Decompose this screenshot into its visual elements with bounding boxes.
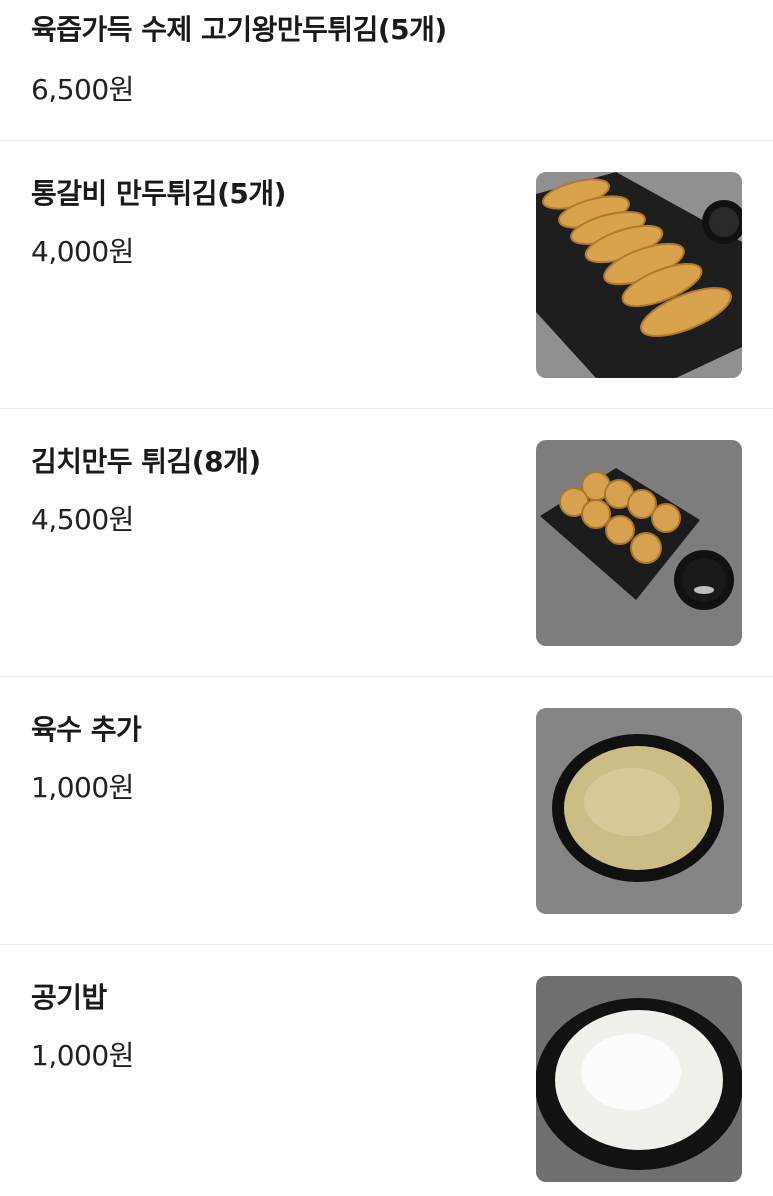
dumpling-photo xyxy=(536,172,742,378)
menu-item-name: 김치만두 튀김(8개) xyxy=(31,445,261,478)
menu-item[interactable]: 공기밥 1,000원 xyxy=(0,945,773,1196)
menu-item-price: 6,500원 xyxy=(31,73,134,106)
menu-item-price: 1,000원 xyxy=(31,1039,134,1072)
menu-item[interactable]: 통갈비 만두튀김(5개) 4,000원 xyxy=(0,141,773,409)
broth-photo xyxy=(536,708,742,914)
rice-photo xyxy=(536,976,742,1182)
menu-item-name: 통갈비 만두튀김(5개) xyxy=(31,177,286,210)
menu-item-name: 공기밥 xyxy=(31,981,107,1014)
menu-item-name: 육수 추가 xyxy=(31,713,142,746)
menu-item-price: 1,000원 xyxy=(31,771,134,804)
menu-list: 육즙가득 수제 고기왕만두튀김(5개) 6,500원 통갈비 만두튀김(5개) … xyxy=(0,0,773,1196)
menu-item[interactable]: 육수 추가 1,000원 xyxy=(0,677,773,945)
menu-item-price: 4,000원 xyxy=(31,235,134,268)
menu-item-name: 육즙가득 수제 고기왕만두튀김(5개) xyxy=(31,13,447,46)
menu-item-price: 4,500원 xyxy=(31,503,134,536)
menu-item[interactable]: 육즙가득 수제 고기왕만두튀김(5개) 6,500원 xyxy=(0,0,773,141)
menu-item[interactable]: 김치만두 튀김(8개) 4,500원 xyxy=(0,409,773,677)
kimchi-dumpling-photo xyxy=(536,440,742,646)
